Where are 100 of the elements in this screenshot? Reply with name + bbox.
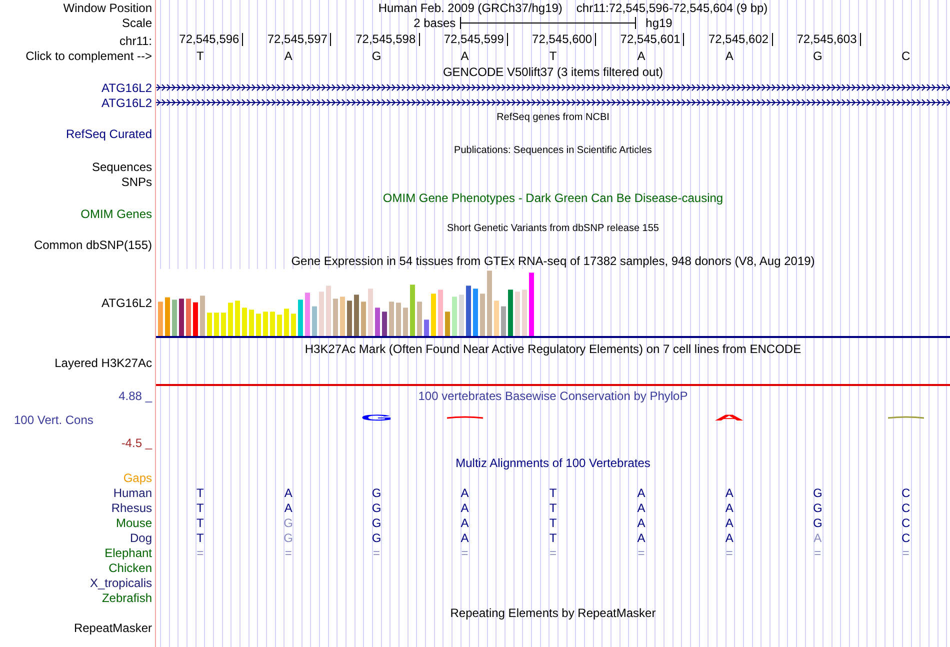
track-title: Repeating Elements by RepeatMasker xyxy=(450,606,656,620)
coordinate-label: 72,545,600 xyxy=(532,33,596,46)
aligned-base: T xyxy=(549,486,557,500)
aligned-base: A xyxy=(460,500,469,514)
track-label: Window Position xyxy=(63,0,152,14)
aligned-base: A xyxy=(284,500,292,514)
track-title: Gene Expression in 54 tissues from GTEx RNA-seq of 17382 samples, 948 donors (V8, Aug 2019) xyxy=(291,254,815,268)
logo-letter: G xyxy=(360,414,393,422)
scale-label: 2 bases xyxy=(414,16,456,30)
complement-link[interactable]: Click to complement --> xyxy=(26,48,152,62)
track-title: GENCODE V50lift37 (3 items filtered out) xyxy=(442,64,664,78)
aligned-base: = xyxy=(814,546,822,560)
aligned-base: = xyxy=(196,546,204,560)
track-label: Sequences xyxy=(92,160,152,174)
track-title: OMIM Gene Phenotypes - Dark Green Can Be Disease-causing xyxy=(382,190,724,204)
base-letter: T xyxy=(549,48,557,62)
base-letter: G xyxy=(812,48,822,62)
species-label: Dog xyxy=(130,530,152,544)
aligned-base: T xyxy=(549,530,557,544)
aligned-base: = xyxy=(373,546,380,560)
track-label: chr11: xyxy=(120,34,152,48)
aligned-base: G xyxy=(372,530,382,544)
base-letter: C xyxy=(902,48,910,62)
aligned-base: = xyxy=(902,546,910,560)
species-label: Mouse xyxy=(116,516,152,530)
aligned-base: A xyxy=(814,530,822,544)
position-label: chr11:72,545,596-72,545,604 (9 bp) xyxy=(576,0,768,14)
track-title: H3K27Ac Mark (Often Found Near Active Regulatory Elements) on 7 cell lines from ENCODE xyxy=(304,342,802,356)
gene-label[interactable]: ATG16L2 xyxy=(102,96,152,110)
aligned-base: C xyxy=(902,530,910,544)
track-label[interactable]: OMIM Genes xyxy=(80,206,152,220)
base-letter: G xyxy=(372,48,382,62)
coordinate-label: 72,545,601 xyxy=(620,33,684,46)
aligned-base: G xyxy=(284,516,293,530)
track-title: RefSeq genes from NCBI xyxy=(496,112,610,124)
aligned-base: T xyxy=(549,516,557,530)
species-label: Human xyxy=(113,486,152,500)
base-letter: T xyxy=(196,48,204,62)
aligned-base: T xyxy=(196,486,204,500)
assembly-label: hg19 xyxy=(646,16,672,30)
track-title: Multiz Alignments of 100 Vertebrates xyxy=(456,456,650,470)
aligned-base: A xyxy=(725,500,734,514)
base-letter: A xyxy=(637,48,646,62)
aligned-base: A xyxy=(637,500,646,514)
assembly-label: Human Feb. 2009 (GRCh37/hg19) xyxy=(378,0,562,14)
aligned-base: A xyxy=(725,486,734,500)
base-letter: A xyxy=(460,48,469,62)
aligned-base: T xyxy=(196,530,204,544)
track-label[interactable]: RefSeq Curated xyxy=(66,127,152,141)
track-title: 100 vertebrates Basewise Conservation by PhyloP xyxy=(418,389,688,403)
coordinate-label: 72,545,602 xyxy=(708,33,773,46)
aligned-base: A xyxy=(637,486,646,500)
aligned-base: G xyxy=(812,516,822,530)
aligned-base: A xyxy=(725,530,734,544)
aligned-base: T xyxy=(549,500,557,514)
species-label: X_tropicalis xyxy=(90,576,152,590)
aligned-base: = xyxy=(284,546,292,560)
track-label: Layered H3K27Ac xyxy=(54,356,152,370)
aligned-base: C xyxy=(902,486,910,500)
track-title: Short Genetic Variants from dbSNP release 155 xyxy=(447,223,659,235)
aligned-base: A xyxy=(725,516,734,530)
aligned-base: A xyxy=(284,486,292,500)
aligned-base: A xyxy=(460,530,469,544)
axis-min-label: -4.5 _ xyxy=(121,436,152,450)
species-label: Elephant xyxy=(104,546,152,560)
coordinate-label: 72,545,597 xyxy=(267,33,332,46)
aligned-base: A xyxy=(637,516,646,530)
track-label: RepeatMasker xyxy=(74,621,152,635)
aligned-base: G xyxy=(812,500,822,514)
track-label: Gaps xyxy=(123,470,152,484)
aligned-base: G xyxy=(284,530,293,544)
track-label: Scale xyxy=(122,16,152,30)
aligned-base: A xyxy=(460,516,469,530)
coordinate-label: 72,545,599 xyxy=(444,33,508,46)
aligned-base: C xyxy=(902,500,910,514)
species-label: Rhesus xyxy=(111,500,152,514)
aligned-base: = xyxy=(638,546,645,560)
logo-letter: A xyxy=(714,414,745,422)
aligned-base: G xyxy=(372,486,382,500)
coordinate-label: 72,545,603 xyxy=(796,33,861,46)
aligned-base: T xyxy=(196,516,204,530)
base-letter: A xyxy=(284,48,292,62)
axis-max-label: 4.88 _ xyxy=(118,389,152,403)
gene-label[interactable]: ATG16L2 xyxy=(102,80,152,94)
species-label: Zebrafish xyxy=(102,590,152,604)
aligned-base: A xyxy=(637,530,646,544)
aligned-base: A xyxy=(460,486,469,500)
aligned-base: = xyxy=(549,546,556,560)
aligned-base: C xyxy=(902,516,910,530)
aligned-base: G xyxy=(812,486,822,500)
aligned-base: G xyxy=(372,500,382,514)
track-label: Common dbSNP(155) xyxy=(34,238,152,252)
aligned-base: G xyxy=(372,516,382,530)
aligned-base: = xyxy=(461,546,468,560)
track-label: 100 Vert. Cons xyxy=(13,412,94,426)
aligned-base: T xyxy=(196,500,204,514)
aligned-base: = xyxy=(726,546,733,560)
gene-label: ATG16L2 xyxy=(102,296,152,310)
base-letter: A xyxy=(725,48,734,62)
coordinate-label: 72,545,598 xyxy=(356,33,420,46)
